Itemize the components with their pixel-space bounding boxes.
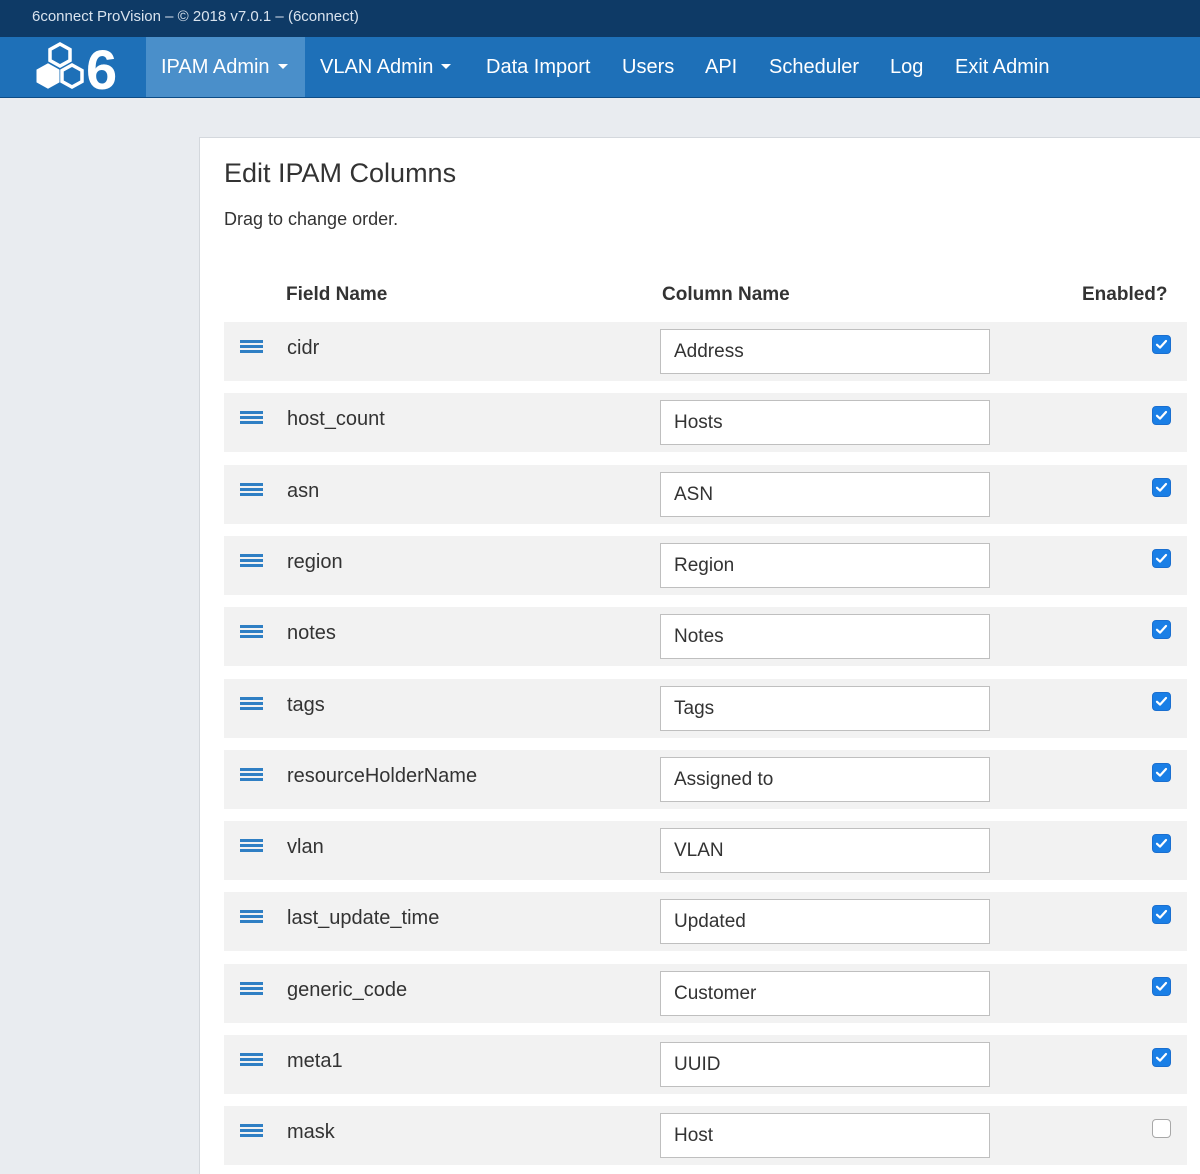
enabled-checkbox[interactable] xyxy=(1152,620,1171,639)
table-row[interactable]: resourceHolderName xyxy=(224,750,1187,809)
window-title: 6connect ProVision – © 2018 v7.0.1 – (6c… xyxy=(0,0,1200,37)
column-name-input[interactable] xyxy=(660,899,990,944)
drag-handle-icon[interactable] xyxy=(240,1053,264,1069)
field-name: region xyxy=(287,551,343,573)
checkmark-icon xyxy=(1155,981,1168,991)
enabled-checkbox[interactable] xyxy=(1152,834,1171,853)
nav-ipam-admin-label: IPAM Admin xyxy=(161,56,270,78)
column-name-input[interactable] xyxy=(660,757,990,802)
caret-down-icon xyxy=(277,63,288,69)
checkmark-icon xyxy=(1155,767,1168,777)
nav-api[interactable]: API xyxy=(705,37,737,97)
drag-handle-icon[interactable] xyxy=(240,910,264,926)
table-row[interactable]: notes xyxy=(224,607,1187,666)
checkmark-icon xyxy=(1155,1052,1168,1062)
checkmark-icon xyxy=(1155,482,1168,492)
enabled-checkbox[interactable] xyxy=(1152,1119,1171,1138)
enabled-checkbox[interactable] xyxy=(1152,692,1171,711)
table-row[interactable]: mask xyxy=(224,1106,1187,1165)
drag-handle-icon[interactable] xyxy=(240,768,264,784)
drag-handle-icon[interactable] xyxy=(240,411,264,427)
table-row[interactable]: host_count xyxy=(224,393,1187,452)
nav-scheduler[interactable]: Scheduler xyxy=(769,37,859,97)
drag-handle-icon[interactable] xyxy=(240,483,264,499)
header-enabled: Enabled? xyxy=(1082,284,1168,305)
field-name: last_update_time xyxy=(287,907,440,929)
column-name-input[interactable] xyxy=(660,971,990,1016)
table-row[interactable]: cidr xyxy=(224,322,1187,381)
table-row[interactable]: asn xyxy=(224,465,1187,524)
drag-handle-icon[interactable] xyxy=(240,1124,264,1140)
header-field-name: Field Name xyxy=(286,284,388,305)
enabled-checkbox[interactable] xyxy=(1152,335,1171,354)
drag-handle-icon[interactable] xyxy=(240,554,264,570)
drag-handle-icon[interactable] xyxy=(240,839,264,855)
table-row[interactable]: generic_code xyxy=(224,964,1187,1023)
edit-columns-panel: Edit IPAM Columns Drag to change order. … xyxy=(199,137,1200,1174)
field-name: asn xyxy=(287,480,320,502)
column-name-input[interactable] xyxy=(660,686,990,731)
nav-vlan-admin[interactable]: VLAN Admin xyxy=(320,37,452,97)
column-name-input[interactable] xyxy=(660,329,990,374)
enabled-checkbox[interactable] xyxy=(1152,977,1171,996)
field-name: vlan xyxy=(287,836,324,858)
logo-digit: 6 xyxy=(86,41,117,95)
enabled-checkbox[interactable] xyxy=(1152,549,1171,568)
checkmark-icon xyxy=(1155,909,1168,919)
table-row[interactable]: region xyxy=(224,536,1187,595)
field-name: host_count xyxy=(287,408,385,430)
column-name-input[interactable] xyxy=(660,400,990,445)
checkmark-icon xyxy=(1155,838,1168,848)
logo-hexagons-icon: 6 xyxy=(36,38,117,101)
field-name: tags xyxy=(287,694,325,716)
drag-handle-icon[interactable] xyxy=(240,625,264,641)
column-name-input[interactable] xyxy=(660,543,990,588)
enabled-checkbox[interactable] xyxy=(1152,406,1171,425)
checkmark-icon xyxy=(1155,696,1168,706)
nav-ipam-admin[interactable]: IPAM Admin xyxy=(146,37,305,97)
page-hint: Drag to change order. xyxy=(224,209,399,229)
top-navbar: 6 IPAM Admin VLAN Admin Data Import User… xyxy=(0,37,1200,101)
enabled-checkbox[interactable] xyxy=(1152,763,1171,782)
field-name: generic_code xyxy=(287,979,408,1001)
nav-log[interactable]: Log xyxy=(890,37,923,97)
field-name: notes xyxy=(287,622,336,644)
column-name-input[interactable] xyxy=(660,1042,990,1087)
enabled-checkbox[interactable] xyxy=(1152,478,1171,497)
drag-handle-icon[interactable] xyxy=(240,697,264,713)
field-name: meta1 xyxy=(287,1050,343,1072)
column-name-input[interactable] xyxy=(660,828,990,873)
column-name-input[interactable] xyxy=(660,472,990,517)
table-row[interactable]: tags xyxy=(224,679,1187,738)
checkmark-icon xyxy=(1155,410,1168,420)
drag-handle-icon[interactable] xyxy=(240,340,264,356)
caret-down-icon xyxy=(441,63,452,69)
checkmark-icon xyxy=(1155,339,1168,349)
checkmark-icon xyxy=(1155,624,1168,634)
table-row[interactable]: meta1 xyxy=(224,1035,1187,1094)
nav-data-import[interactable]: Data Import xyxy=(486,37,590,97)
column-name-input[interactable] xyxy=(660,1113,990,1158)
drag-handle-icon[interactable] xyxy=(240,982,264,998)
field-name: cidr xyxy=(287,337,320,359)
nav-users[interactable]: Users xyxy=(622,37,674,97)
table-row[interactable]: last_update_time xyxy=(224,892,1187,951)
nav-exit-admin[interactable]: Exit Admin xyxy=(955,37,1049,97)
header-column-name: Column Name xyxy=(662,284,790,305)
table-row[interactable]: vlan xyxy=(224,821,1187,880)
page-title: Edit IPAM Columns xyxy=(224,158,457,188)
enabled-checkbox[interactable] xyxy=(1152,1048,1171,1067)
field-name: resourceHolderName xyxy=(287,765,478,787)
checkmark-icon xyxy=(1155,553,1168,563)
logo[interactable]: 6 xyxy=(30,38,134,101)
enabled-checkbox[interactable] xyxy=(1152,905,1171,924)
field-name: mask xyxy=(287,1121,335,1143)
nav-vlan-admin-label: VLAN Admin xyxy=(320,56,434,78)
column-name-input[interactable] xyxy=(660,614,990,659)
